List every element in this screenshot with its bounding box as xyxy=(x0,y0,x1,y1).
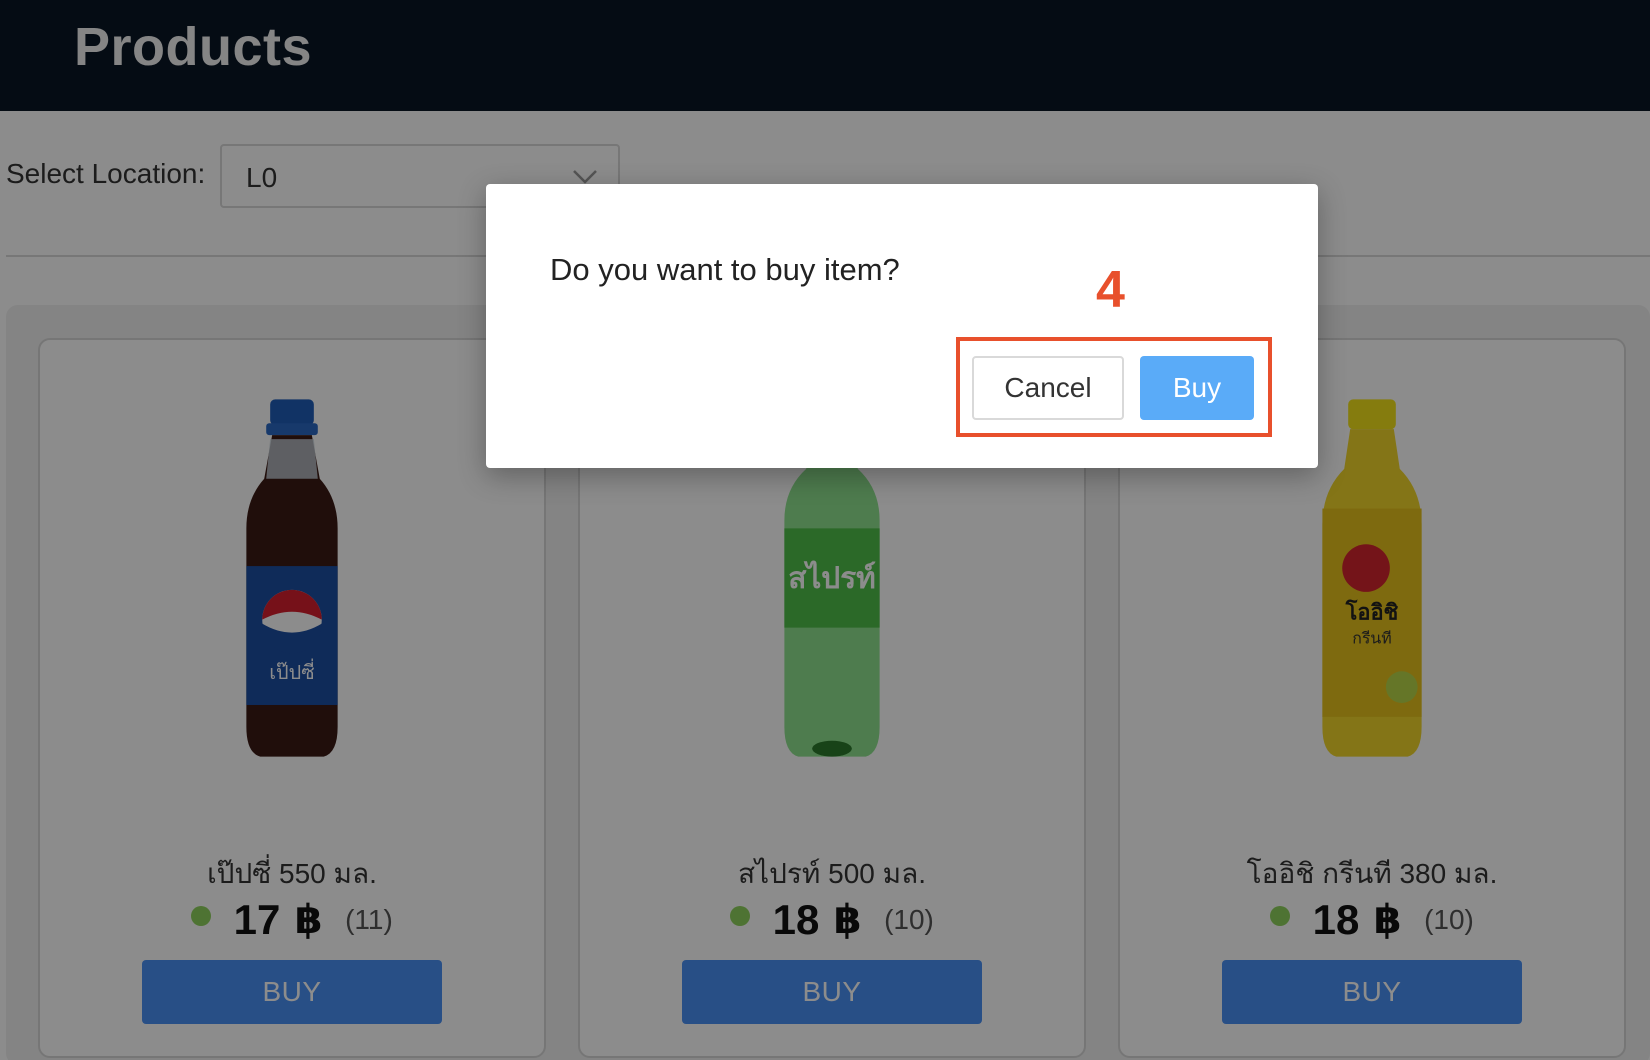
modal-overlay[interactable] xyxy=(0,0,1650,1060)
products-page: Products Select Location: L0 เป๊ปซี่ เป๊… xyxy=(0,0,1650,1060)
confirm-buy-button[interactable]: Buy xyxy=(1140,356,1254,420)
step-number-annotation: 4 xyxy=(1096,261,1125,319)
dialog-message: Do you want to buy item? xyxy=(550,252,900,287)
cancel-button[interactable]: Cancel xyxy=(972,356,1124,420)
confirm-buy-dialog: Do you want to buy item? 4 Cancel Buy xyxy=(486,184,1318,468)
